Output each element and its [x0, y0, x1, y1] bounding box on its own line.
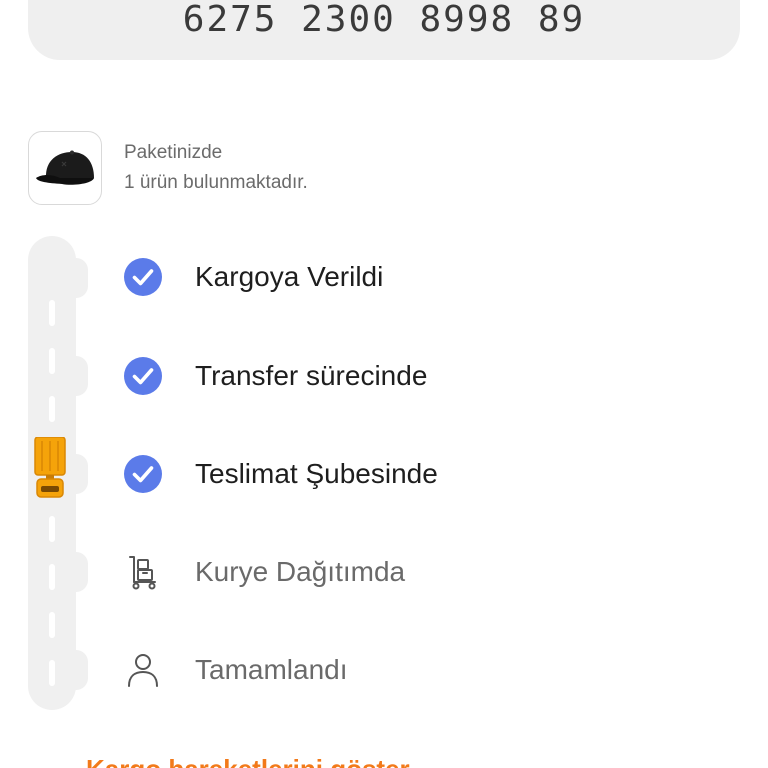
- step-kargoya-verildi: Kargoya Verildi: [124, 258, 383, 296]
- step-label: Transfer sürecinde: [195, 360, 428, 391]
- tracking-number: 6275 2300 8998 89: [182, 0, 586, 40]
- package-summary: Paketinizde 1 ürün bulunmaktadır.: [28, 131, 308, 205]
- step-label: Tamamlandı: [195, 654, 348, 685]
- step-tamamlandi: Tamamlandı: [124, 651, 348, 689]
- product-thumbnail[interactable]: [28, 131, 102, 205]
- step-label: Kurye Dağıtımda: [195, 556, 406, 587]
- step-label: Teslimat Şubesinde: [195, 458, 438, 489]
- truck-icon: [33, 436, 67, 504]
- step-transfer-surecinde: Transfer sürecinde: [124, 357, 427, 395]
- show-cargo-movements-link[interactable]: Kargo hareketlerini göster: [86, 754, 410, 768]
- check-circle-icon: [124, 258, 162, 296]
- package-info-line2: 1 ürün bulunmaktadır.: [124, 172, 308, 193]
- tracking-number-box: 6275 2300 8998 89: [28, 0, 740, 60]
- step-label: Kargoya Verildi: [195, 261, 384, 292]
- black-cap-icon: [36, 150, 94, 185]
- package-info-line1: Paketinizde: [124, 142, 223, 163]
- step-kurye-dagitimda: Kurye Dağıtımda: [124, 553, 405, 591]
- courier-cart-icon: [124, 553, 162, 591]
- step-teslimat-subesinde: Teslimat Şubesinde: [124, 455, 438, 493]
- check-circle-icon: [124, 455, 162, 493]
- person-icon: [124, 651, 162, 689]
- check-circle-icon: [124, 357, 162, 395]
